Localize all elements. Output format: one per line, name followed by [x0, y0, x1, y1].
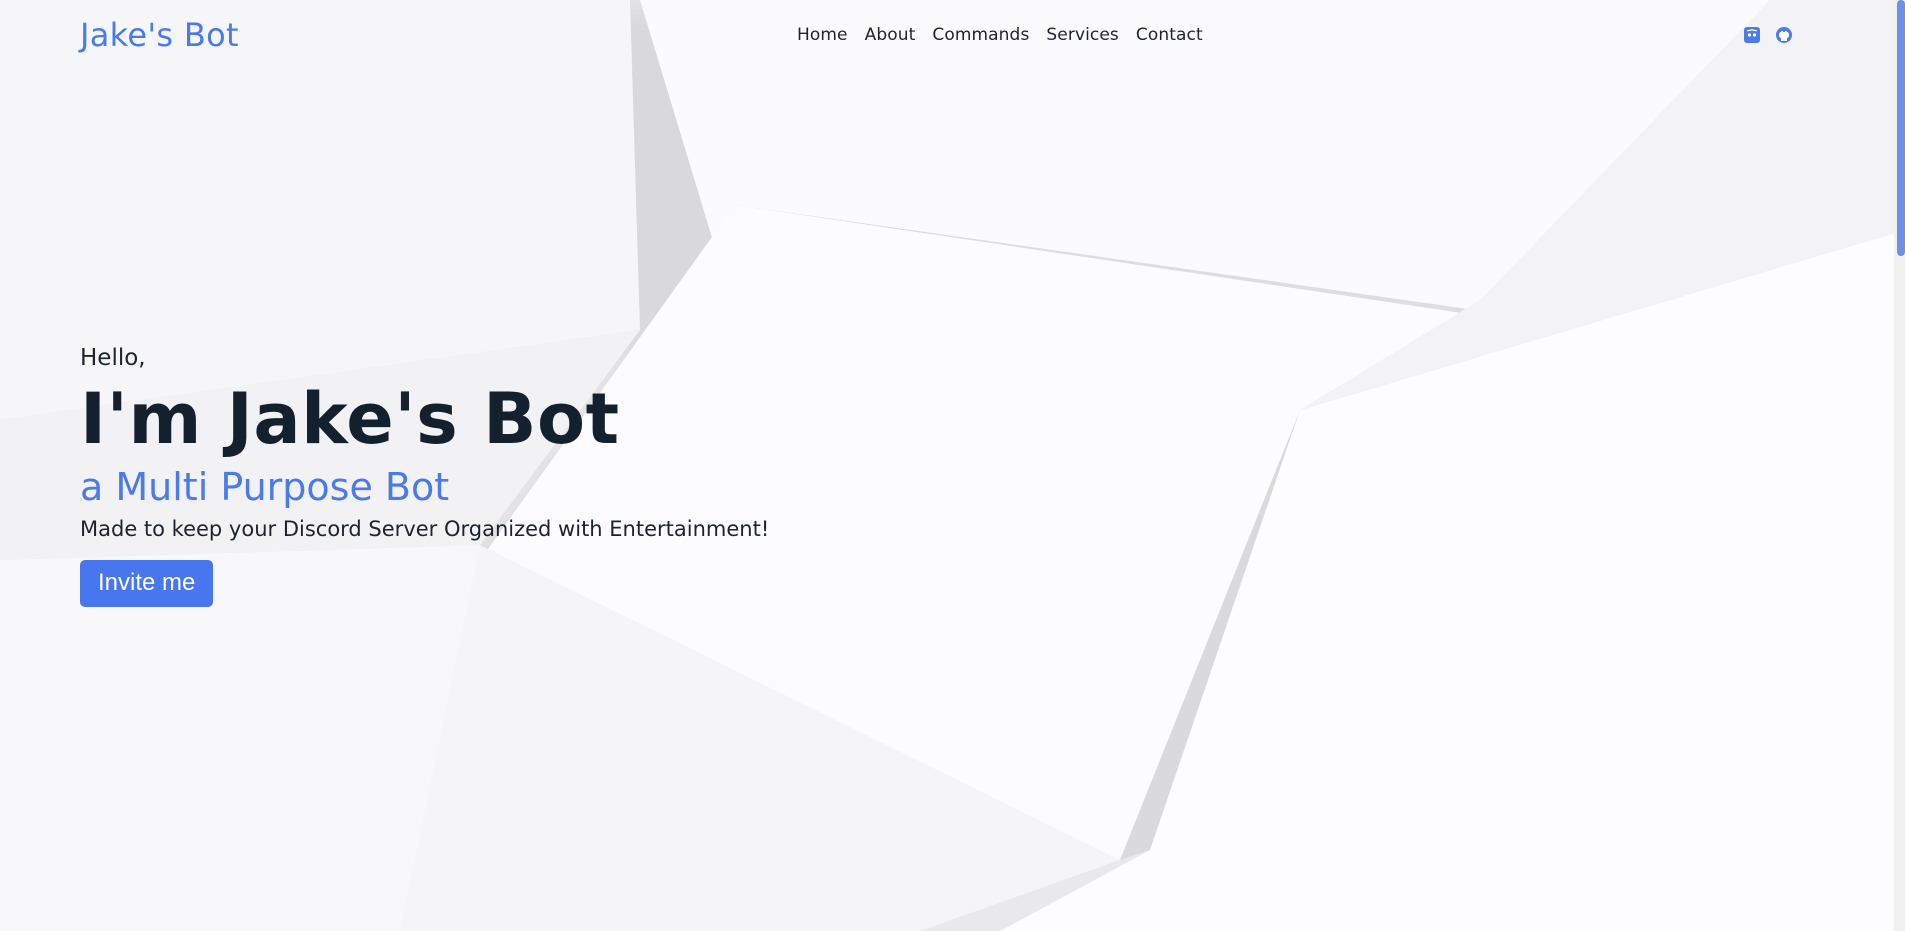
hero-subtitle: a Multi Purpose Bot	[80, 465, 450, 509]
site-header: Jake's Bot Home About Commands Services …	[0, 0, 1894, 72]
nav-about[interactable]: About	[865, 25, 916, 45]
nav-home[interactable]: Home	[797, 25, 848, 45]
hero-title: I'm Jake's Bot	[80, 378, 620, 460]
nav-commands[interactable]: Commands	[932, 25, 1029, 45]
social-links	[1743, 26, 1793, 44]
invite-button[interactable]: Invite me	[80, 560, 214, 607]
site-logo[interactable]: Jake's Bot	[80, 16, 239, 54]
nav-contact[interactable]: Contact	[1136, 25, 1203, 45]
hero-greeting: Hello,	[80, 345, 146, 371]
main-nav: Home About Commands Services Contact	[797, 25, 1220, 45]
page-scrollbar[interactable]	[1894, 0, 1905, 931]
github-icon[interactable]	[1775, 26, 1793, 44]
discord-icon[interactable]	[1743, 26, 1761, 44]
scrollbar-thumb[interactable]	[1897, 0, 1905, 256]
nav-services[interactable]: Services	[1046, 25, 1119, 45]
hero-section: Hello, I'm Jake's Bot a Multi Purpose Bo…	[80, 340, 769, 607]
hero-tagline: Made to keep your Discord Server Organiz…	[80, 517, 770, 541]
